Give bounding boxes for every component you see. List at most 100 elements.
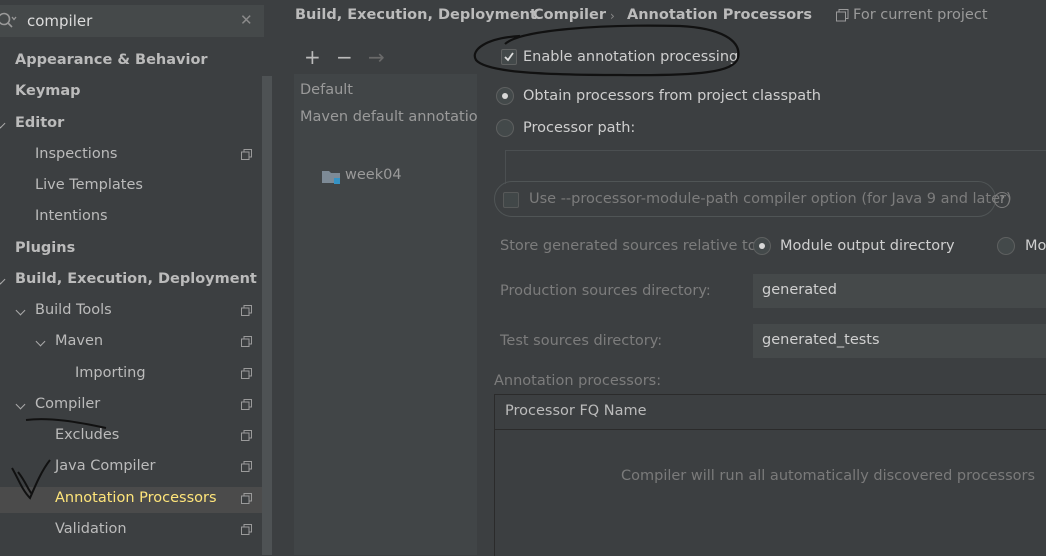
sidebar-item-compiler[interactable]: Compiler: [0, 393, 262, 419]
add-profile-button[interactable]: +: [304, 45, 321, 69]
sidebar-item-label: Keymap: [15, 83, 81, 99]
sidebar-item-label: Maven: [55, 333, 104, 349]
production-sources-field[interactable]: generated: [753, 274, 1046, 308]
sidebar-item-live-templates[interactable]: Live Templates: [0, 174, 262, 200]
sidebar-item-intentions[interactable]: Intentions: [0, 205, 262, 231]
sidebar-item-label: Editor: [15, 115, 65, 131]
profile-maven-default[interactable]: Maven default annotation processors prof…: [300, 109, 477, 125]
test-sources-value[interactable]: generated_tests: [762, 332, 880, 348]
chevron-down-icon[interactable]: [35, 336, 46, 347]
chevron-down-icon[interactable]: [0, 118, 6, 129]
test-sources-label: Test sources directory:: [500, 333, 663, 349]
project-scope-icon: [241, 524, 252, 535]
sidebar-item-label: Plugins: [15, 240, 76, 256]
sidebar-item-build-execution-deployment[interactable]: Build, Execution, Deployment: [0, 268, 262, 294]
breadcrumb-separator-icon: ›: [516, 9, 521, 23]
main-content: Build, Execution, Deployment › Compiler …: [272, 0, 1046, 556]
table-header: Processor FQ Name: [495, 395, 1046, 430]
profile-default[interactable]: Default: [300, 82, 353, 98]
module-content-root-label[interactable]: Module content root: [1025, 238, 1046, 254]
help-icon[interactable]: ?: [994, 192, 1010, 208]
project-scope-icon: [836, 9, 849, 22]
search-input[interactable]: compiler: [27, 12, 92, 30]
scope-label: For current project: [853, 7, 988, 23]
chevron-down-icon[interactable]: [15, 305, 26, 316]
sidebar-item-label: Compiler: [35, 396, 101, 412]
annotation-processors-label: Annotation processors:: [494, 373, 662, 389]
project-scope-icon: [241, 430, 252, 441]
sidebar-item-inspections[interactable]: Inspections: [0, 143, 262, 169]
enable-annotation-processing-checkbox[interactable]: [501, 49, 517, 65]
enable-annotation-processing-label[interactable]: Enable annotation processing: [523, 49, 738, 65]
sidebar-item-validation[interactable]: Validation: [0, 518, 262, 544]
search-icon: [0, 12, 17, 28]
processor-module-path-label[interactable]: Use --processor-module-path compiler opt…: [529, 191, 1012, 207]
table-empty-text: Compiler will run all automatically disc…: [621, 468, 1036, 484]
processor-fq-name-column-header[interactable]: Processor FQ Name: [505, 403, 647, 419]
sidebar-item-maven[interactable]: Maven: [0, 330, 262, 356]
sidebar-item-label: Live Templates: [35, 177, 143, 193]
chevron-down-icon[interactable]: [0, 274, 6, 285]
profiles-toolbar: + − →: [294, 42, 477, 74]
clear-search-icon[interactable]: ✕: [240, 11, 253, 29]
sidebar-item-editor[interactable]: Editor: [0, 112, 262, 138]
project-scope-icon: [241, 305, 252, 316]
project-scope-icon: [241, 368, 252, 379]
profiles-list: Default Maven default annotation process…: [294, 74, 477, 555]
breadcrumb-item[interactable]: Compiler: [533, 7, 606, 23]
settings-search-field[interactable]: compiler ✕: [0, 5, 264, 37]
module-folder-icon: [322, 171, 340, 184]
breadcrumb-item[interactable]: Build, Execution, Deployment: [295, 7, 537, 23]
project-scope-icon: [241, 461, 252, 472]
sidebar-item-plugins[interactable]: Plugins: [0, 237, 262, 263]
sidebar-item-label: Build, Execution, Deployment: [15, 271, 257, 287]
sidebar-item-annotation-processors[interactable]: Annotation Processors: [0, 487, 262, 513]
obtain-from-classpath-label[interactable]: Obtain processors from project classpath: [523, 88, 821, 104]
project-scope-icon: [241, 399, 252, 410]
production-sources-label: Production sources directory:: [500, 283, 711, 299]
processor-path-field[interactable]: [505, 150, 1046, 184]
processor-path-radio[interactable]: [496, 119, 514, 137]
sidebar-item-java-compiler[interactable]: Java Compiler: [0, 455, 262, 481]
store-relative-label: Store generated sources relative to:: [500, 238, 762, 254]
sidebar-item-label: Intentions: [35, 208, 108, 224]
sidebar-item-keymap[interactable]: Keymap: [0, 80, 262, 106]
breadcrumb-separator-icon: ›: [610, 9, 615, 23]
project-scope-icon: [241, 493, 252, 504]
sidebar-item-build-tools[interactable]: Build Tools: [0, 299, 262, 325]
processor-module-path-checkbox[interactable]: [503, 192, 519, 208]
breadcrumb-item: Annotation Processors: [627, 7, 812, 23]
annotation-processors-panel: Enable annotation processing Obtain proc…: [477, 32, 1046, 556]
annotation-processors-table[interactable]: Processor FQ Name Compiler will run all …: [494, 394, 1046, 556]
sidebar-item-appearance-behavior[interactable]: Appearance & Behavior: [0, 49, 262, 75]
check-icon: [504, 52, 514, 62]
move-to-profile-button[interactable]: →: [368, 45, 385, 69]
sidebar-item-excludes[interactable]: Excludes: [0, 424, 262, 450]
module-output-directory-label[interactable]: Module output directory: [780, 238, 955, 254]
sidebar-item-label: Excludes: [55, 427, 120, 443]
project-scope-icon: [241, 336, 252, 347]
sidebar-item-label: Validation: [55, 521, 127, 537]
sidebar-scrollbar[interactable]: [262, 76, 272, 555]
sidebar-item-label: Java Compiler: [55, 458, 156, 474]
module-content-root-radio[interactable]: [997, 237, 1015, 255]
test-sources-field[interactable]: generated_tests: [753, 324, 1046, 358]
profile-module-item[interactable]: week04: [322, 166, 472, 188]
sidebar-item-importing[interactable]: Importing: [0, 362, 262, 388]
sidebar-item-label: Importing: [75, 365, 146, 381]
module-name: week04: [345, 167, 402, 183]
remove-profile-button[interactable]: −: [336, 45, 353, 69]
project-scope-icon: [241, 149, 252, 160]
breadcrumb: Build, Execution, Deployment › Compiler …: [272, 0, 1046, 32]
sidebar-item-label: Inspections: [35, 146, 118, 162]
sidebar-item-label: Build Tools: [35, 302, 112, 318]
sidebar-item-label: Annotation Processors: [55, 490, 217, 506]
obtain-from-classpath-radio[interactable]: [496, 87, 514, 105]
processor-path-label[interactable]: Processor path:: [523, 120, 635, 136]
module-output-directory-radio[interactable]: [753, 237, 771, 255]
sidebar-item-label: Appearance & Behavior: [15, 52, 208, 68]
chevron-down-icon[interactable]: [15, 399, 26, 410]
profiles-pane: + − → Default Maven default annotation p…: [294, 42, 477, 555]
production-sources-value[interactable]: generated: [762, 282, 837, 298]
settings-sidebar: compiler ✕ Appearance & Behavior Keymap Ed…: [0, 0, 272, 555]
